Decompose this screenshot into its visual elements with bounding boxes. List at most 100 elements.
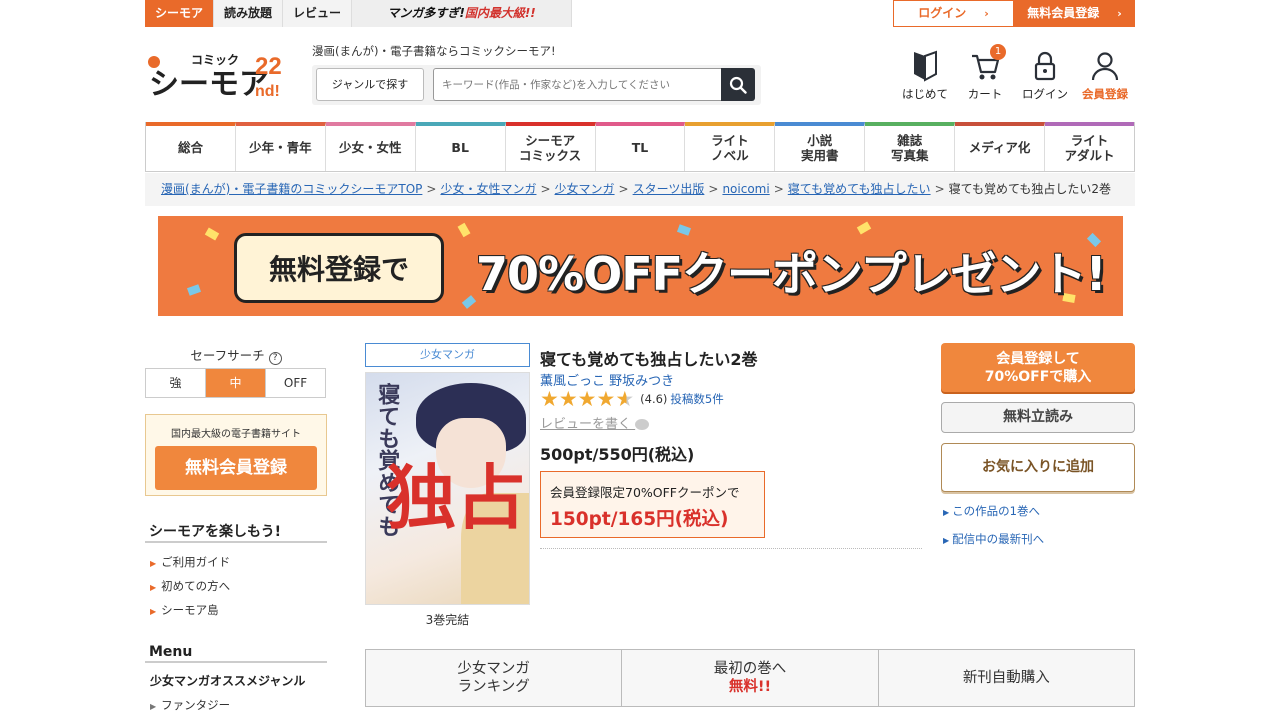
chevron-right-icon: › (1117, 7, 1122, 20)
write-review-link[interactable]: レビューを書く (540, 413, 650, 432)
bottom-tabs: 少女マンガ ランキング 最初の巻へ 無料!! 新刊自動購入 (365, 649, 1135, 707)
nav-category[interactable]: メディア化 (955, 122, 1046, 171)
menu-link-fantasy[interactable]: ▶ ファンタジー (150, 697, 230, 713)
header-beginner[interactable]: はじめて (897, 50, 953, 102)
tab-ranking[interactable]: 少女マンガ ランキング (366, 650, 623, 706)
sidebar-link-island[interactable]: ▶ シーモア島 (150, 602, 219, 618)
nav-category[interactable]: シーモア コミックス (505, 122, 596, 171)
header-register[interactable]: 会員登録 (1077, 50, 1133, 102)
top-tab-unlimited[interactable]: 読み放題 (214, 0, 284, 27)
menu-subheading: 少女マンガオススメジャンル (150, 674, 306, 688)
add-favorite-button[interactable]: お気に入りに追加 (941, 443, 1135, 492)
nav-category[interactable]: 総合 (146, 122, 236, 171)
promo-black-text: マンガ多すぎ! (387, 6, 465, 20)
safe-search-medium[interactable]: 中 (206, 369, 266, 397)
sidebar-link-beginner[interactable]: ▶ 初めての方へ (150, 578, 230, 594)
nav-category-label: 総合 (177, 140, 203, 156)
nav-category[interactable]: 少女・女性 (325, 122, 416, 171)
nav-category-label: 雑誌 写真集 (890, 133, 929, 163)
breadcrumb-link[interactable]: スターツ出版 (633, 182, 705, 196)
nav-category-label: TL (631, 140, 649, 156)
star-icon: ★ (558, 387, 578, 411)
nav-category[interactable]: BL (415, 122, 506, 171)
nav-category-label: 小説 実用書 (801, 133, 839, 163)
banner-main-text: 70%OFFクーポンプレゼント! (476, 247, 1107, 301)
search-input[interactable] (433, 68, 722, 101)
enjoy-heading: シーモアを楽しもう! (149, 524, 281, 540)
breadcrumb: 漫画(まんが)・電子書籍のコミックシーモアTOP > 少女・女性マンガ > 少女マンガ >… (145, 173, 1135, 206)
help-icon[interactable]: ? (268, 352, 282, 365)
site-logo[interactable]: コミック シーモア 22 nd! (147, 48, 297, 101)
menu-heading: Menu (149, 644, 193, 660)
nav-category-label: 少年・青年 (249, 140, 312, 156)
nav-category[interactable]: 小説 実用書 (775, 122, 866, 171)
breadcrumb-link[interactable]: 漫画(まんが)・電子書籍のコミックシーモアTOP (161, 182, 422, 196)
header-cart[interactable]: 1 カート (957, 44, 1013, 102)
logo-text: シーモア (149, 68, 269, 100)
coupon-box: 会員登録限定70%OFFクーポンで 150pt/165円(税込) (540, 471, 765, 538)
top-tab-bar: シーモア 読み放題 レビュー マンガ多すぎ!国内最大級!! (145, 0, 573, 27)
star-icon: ★ (577, 387, 597, 411)
free-read-button[interactable]: 無料立読み (941, 402, 1135, 433)
nav-category[interactable]: ライト ノベル (685, 122, 776, 171)
tab-auto-purchase[interactable]: 新刊自動購入 (879, 650, 1134, 706)
review-count-link[interactable]: 投稿数5件 (670, 391, 723, 407)
register-buy-button[interactable]: 会員登録して 70%OFFで購入 (941, 343, 1135, 392)
triangle-right-icon: ▶ (150, 702, 157, 711)
nav-category-label: ライト ノベル (711, 133, 749, 163)
genre-search-button[interactable]: ジャンルで探す (316, 68, 424, 101)
top-register-button[interactable]: 無料会員登録 › (1014, 0, 1135, 27)
nav-category[interactable]: 雑誌 写真集 (865, 122, 956, 171)
safe-search-label: セーフサーチ ? (145, 345, 327, 365)
top-tab-review[interactable]: レビュー (283, 0, 353, 27)
nav-category-label: シーモア コミックス (519, 133, 582, 163)
top-register-label: 無料会員登録 (1027, 6, 1100, 20)
svg-text:nd!: nd! (255, 83, 280, 100)
triangle-right-icon: ▶ (943, 536, 950, 545)
half-star-icon: ★ (615, 387, 635, 411)
safe-search-off[interactable]: OFF (266, 369, 325, 397)
category-tag[interactable]: 少女マンガ (365, 343, 530, 367)
nav-category[interactable]: ライト アダルト (1045, 122, 1134, 171)
top-tab-cmoa[interactable]: シーモア (145, 0, 215, 27)
top-promo[interactable]: マンガ多すぎ!国内最大級!! (352, 0, 573, 27)
triangle-right-icon: ▶ (943, 508, 950, 517)
product-price: 500pt/550円(税込) (540, 445, 695, 464)
nav-category-label: BL (451, 140, 469, 156)
top-login-label: ログイン (918, 6, 967, 20)
cover-big-title: 独占 (386, 457, 526, 539)
breadcrumb-current: 寝ても覚めても独占したい2巻 (948, 182, 1112, 196)
buy-line2: 70%OFFで購入 (984, 369, 1092, 385)
latest-volume-link[interactable]: ▶ 配信中の最新刊へ (943, 531, 1044, 547)
header-login[interactable]: ログイン (1017, 50, 1073, 102)
nav-category-label: メディア化 (968, 140, 1031, 156)
breadcrumb-link[interactable]: 少女マンガ (555, 182, 615, 196)
product-title: 寝ても覚めても独占したい2巻 (540, 350, 758, 369)
site-tagline: 漫画(まんが)・電子書籍ならコミックシーモア! (312, 44, 556, 58)
category-nav: 総合 少年・青年 少女・女性 BL シーモア コミックス TL ライト ノベル 小説 実用書 雑… (145, 122, 1135, 172)
svg-text:22: 22 (255, 53, 282, 80)
divider (145, 661, 327, 663)
tab-first-volume[interactable]: 最初の巻へ 無料!! (622, 650, 879, 706)
book-cover[interactable]: 寝ても覚めても 独占 (365, 372, 530, 605)
first-volume-link[interactable]: ▶ この作品の1巻へ (943, 503, 1040, 519)
beginner-icon (914, 50, 937, 82)
logo-small-text: コミック (191, 53, 239, 67)
nav-category-label: ライト アダルト (1064, 133, 1115, 163)
sidebar-link-guide[interactable]: ▶ ご利用ガイド (150, 554, 230, 570)
nav-category[interactable]: 少年・青年 (235, 122, 326, 171)
coupon-price: 150pt/165円(税込) (550, 509, 729, 530)
safe-search-strong[interactable]: 強 (146, 369, 206, 397)
search-button[interactable] (721, 68, 755, 101)
speech-bubble-icon (635, 419, 650, 430)
buy-line1: 会員登録して (996, 351, 1080, 367)
breadcrumb-link[interactable]: noicomi (722, 182, 769, 196)
divider (145, 541, 327, 543)
breadcrumb-link[interactable]: 少女・女性マンガ (440, 182, 536, 196)
nav-category[interactable]: TL (595, 122, 686, 171)
top-login-button[interactable]: ログイン › (893, 0, 1014, 27)
divider (540, 548, 922, 549)
breadcrumb-link[interactable]: 寝ても覚めても独占したい (788, 182, 931, 196)
free-register-button[interactable]: 無料会員登録 (155, 446, 317, 490)
promo-banner[interactable]: 無料登録で 70%OFFクーポンプレゼント! (158, 216, 1123, 316)
